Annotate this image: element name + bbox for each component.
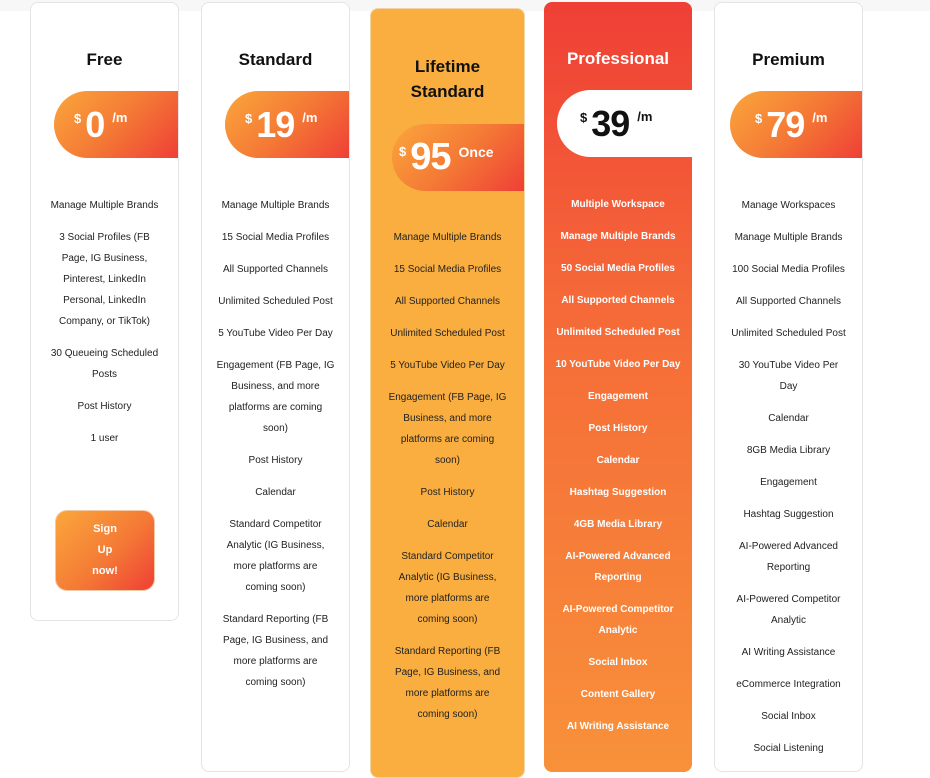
feature-item: Calendar — [427, 519, 468, 530]
period: /m — [637, 109, 653, 124]
feature-item: AI-Powered Competitor Analytic — [562, 604, 674, 636]
price: 95 — [410, 136, 451, 178]
currency: $ — [580, 110, 588, 125]
feature-item: Social Inbox — [761, 711, 816, 722]
feature-item: Standard Reporting (FB Page, IG Business… — [394, 646, 501, 720]
plan-card-professional: Professional $39/m Multiple Workspace Man… — [544, 2, 692, 772]
feature-item: Unlimited Scheduled Post — [556, 327, 680, 338]
sign-up-button[interactable]: Sign Up now! — [55, 510, 155, 591]
currency: $ — [74, 111, 82, 126]
feature-item: 15 Social Media Profiles — [393, 264, 502, 275]
price-pill: $39/m — [557, 90, 692, 157]
feature-item: Calendar — [768, 413, 809, 424]
plan-title: Lifetime Standard — [410, 57, 485, 101]
feature-item: 15 Social Media Profiles — [221, 232, 330, 243]
feature-item: Manage Workspaces — [741, 200, 836, 211]
feature-list: Manage Multiple Brands 3 Social Profiles … — [31, 195, 178, 460]
feature-item: Engagement — [587, 391, 648, 402]
currency: $ — [399, 144, 407, 159]
feature-item: Standard Competitor Analytic (IG Busines… — [398, 551, 497, 625]
period: /m — [112, 110, 128, 125]
plan-card-free: Free $0/m Manage Multiple Brands 3 Social… — [30, 2, 179, 621]
feature-item: AI-Powered Advanced Reporting — [739, 541, 838, 573]
feature-item: Manage Multiple Brands — [393, 232, 502, 243]
feature-item: 5 YouTube Video Per Day — [390, 360, 505, 371]
price-pill: $79/m — [730, 91, 862, 158]
feature-item: Unlimited Scheduled Post — [218, 296, 333, 307]
feature-item: Standard Competitor Analytic (IG Busines… — [226, 519, 325, 593]
feature-item: Multiple Workspace — [571, 199, 665, 210]
price: 19 — [256, 103, 295, 145]
feature-list: Manage Workspaces Manage Multiple Brands 1… — [715, 195, 862, 770]
feature-item: Standard Reporting (FB Page, IG Business… — [222, 614, 329, 688]
feature-item: Social Listening — [753, 743, 824, 754]
feature-item: 5 YouTube Video Per Day — [218, 328, 333, 339]
feature-item: 8GB Media Library — [746, 445, 831, 456]
price: 0 — [85, 103, 105, 145]
period: /m — [812, 110, 828, 125]
price: 79 — [766, 103, 805, 145]
feature-item: Engagement (FB Page, IG Business, and mo… — [388, 392, 507, 466]
feature-item: 1 user — [90, 433, 119, 444]
feature-item: All Supported Channels — [735, 296, 842, 307]
currency: $ — [245, 111, 253, 126]
feature-list: Manage Multiple Brands 15 Social Media Pr… — [202, 195, 349, 704]
feature-item: Manage Multiple Brands — [560, 231, 676, 242]
feature-item: Unlimited Scheduled Post — [390, 328, 505, 339]
feature-item: 4GB Media Library — [573, 519, 663, 530]
feature-item: 100 Social Media Profiles — [732, 264, 845, 275]
feature-item: Post History — [420, 487, 475, 498]
feature-item: 30 YouTube Video Per Day — [738, 360, 839, 392]
feature-item: Hashtag Suggestion — [743, 509, 834, 520]
feature-item: Post History — [588, 423, 648, 434]
plan-title: Standard — [238, 50, 313, 69]
feature-item: All Supported Channels — [222, 264, 329, 275]
feature-item: Engagement (FB Page, IG Business, and mo… — [216, 360, 335, 434]
feature-item: Content Gallery — [580, 689, 656, 700]
price-pill: $95 Once — [392, 124, 524, 191]
feature-item: Calendar — [255, 487, 296, 498]
feature-item: Hashtag Suggestion — [569, 487, 667, 498]
feature-item: Engagement — [760, 477, 817, 488]
plan-card-premium: Premium $79/m Manage Workspaces Manage Mu… — [714, 2, 863, 772]
feature-item: 10 YouTube Video Per Day — [555, 359, 681, 370]
plan-title: Professional — [566, 49, 670, 68]
feature-item: Manage Multiple Brands — [734, 232, 843, 243]
price: 39 — [591, 102, 630, 144]
feature-item: AI Writing Assistance — [566, 721, 670, 732]
plan-title: Free — [86, 50, 123, 69]
feature-item: eCommerce Integration — [736, 679, 841, 690]
feature-item: Post History — [248, 455, 303, 466]
feature-item: Manage Multiple Brands — [221, 200, 330, 211]
feature-item: Manage Multiple Brands — [50, 200, 159, 211]
period: /m — [302, 110, 318, 125]
plan-card-standard: Standard $19/m Manage Multiple Brands 15 … — [201, 2, 350, 772]
feature-item: Unlimited Scheduled Post — [731, 328, 846, 339]
feature-list: Multiple Workspace Manage Multiple Brands… — [544, 194, 692, 748]
feature-item: All Supported Channels — [394, 296, 501, 307]
plan-title: Premium — [752, 50, 825, 69]
feature-item: AI-Powered Advanced Reporting — [565, 551, 671, 583]
period: Once — [458, 144, 494, 160]
feature-item: AI Writing Assistance — [741, 647, 836, 658]
feature-item: 3 Social Profiles (FB Page, IG Business,… — [59, 232, 150, 327]
price-pill: $0/m — [54, 91, 178, 158]
feature-item: All Supported Channels — [561, 295, 675, 306]
feature-item: Calendar — [596, 455, 640, 466]
feature-item: Post History — [77, 401, 132, 412]
feature-list: Manage Multiple Brands 15 Social Media Pr… — [371, 227, 524, 736]
currency: $ — [755, 111, 763, 126]
plan-card-lifetime-standard: Lifetime Standard $95 Once Manage Multipl… — [370, 8, 525, 778]
feature-item: Social Inbox — [588, 657, 648, 668]
feature-item: 50 Social Media Profiles — [561, 263, 675, 274]
feature-item: AI-Powered Competitor Analytic — [736, 594, 841, 626]
price-pill: $19/m — [225, 91, 349, 158]
feature-item: 30 Queueing Scheduled Posts — [50, 348, 159, 380]
